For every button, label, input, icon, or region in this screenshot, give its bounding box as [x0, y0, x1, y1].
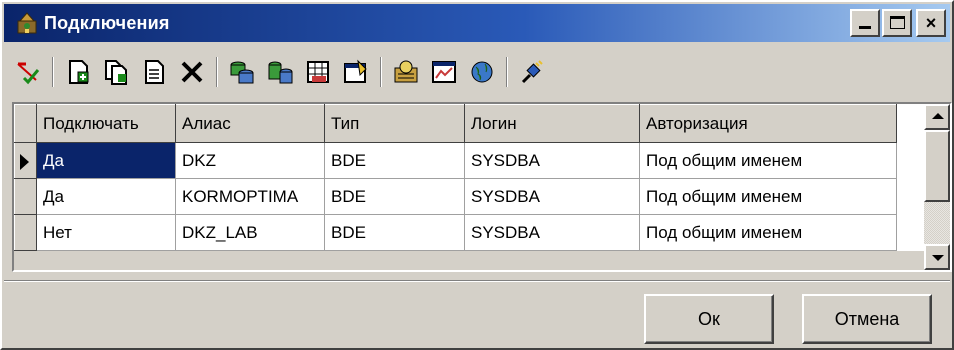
row-indicator[interactable]: [14, 214, 37, 251]
grid-body: Подключать Алиас Тип Логин Авторизация Д…: [14, 104, 924, 254]
database-add-icon: [268, 61, 293, 84]
arrow-down-icon: [932, 255, 944, 261]
cell-authorization[interactable]: Под общим именем: [639, 214, 897, 251]
sql-table-icon: [307, 61, 329, 83]
connect-settings-icon: [394, 60, 418, 83]
cell-login[interactable]: SYSDBA: [464, 214, 640, 251]
table-row[interactable]: Да KORMOPTIMA BDE SYSDBA Под общим имене…: [14, 178, 897, 215]
toolbar: [12, 52, 554, 92]
connections-dialog: Подключения × Подключать Алиас Тип Логин…: [0, 0, 954, 350]
sql-table-button[interactable]: [302, 56, 334, 88]
cell-type[interactable]: BDE: [324, 178, 465, 215]
cell-alias[interactable]: DKZ_LAB: [175, 214, 325, 251]
toolbar-separator: [506, 57, 508, 87]
minimize-button[interactable]: [850, 9, 880, 37]
cell-connect[interactable]: Да: [36, 142, 176, 179]
close-icon: ×: [925, 13, 937, 33]
footer-divider: [4, 280, 950, 282]
column-header-type[interactable]: Тип: [324, 104, 465, 143]
cell-authorization[interactable]: Под общим именем: [639, 178, 897, 215]
connections-app-icon: [16, 11, 38, 35]
title-bar[interactable]: Подключения ×: [4, 4, 950, 42]
column-header-connect[interactable]: Подключать: [36, 104, 176, 143]
new-connection-icon: [69, 60, 89, 84]
chart-window-button[interactable]: [428, 56, 460, 88]
header-indicator-cell: [14, 104, 37, 143]
table-row[interactable]: Да DKZ BDE SYSDBA Под общим именем: [14, 142, 897, 179]
cell-connect[interactable]: Да: [36, 178, 176, 215]
current-row-arrow-icon: [20, 154, 29, 170]
copy-connection-button[interactable]: [100, 56, 132, 88]
column-header-alias[interactable]: Алиас: [175, 104, 325, 143]
properties-button[interactable]: [340, 56, 372, 88]
cell-alias[interactable]: DKZ: [175, 142, 325, 179]
database-add-button[interactable]: [264, 56, 296, 88]
toolbar-separator: [380, 57, 382, 87]
column-header-login[interactable]: Логин: [464, 104, 640, 143]
scroll-thumb[interactable]: [924, 130, 950, 202]
refresh-check-button[interactable]: [12, 56, 44, 88]
globe-button[interactable]: [466, 56, 498, 88]
globe-icon: [471, 61, 493, 83]
row-indicator[interactable]: [14, 142, 37, 179]
chart-window-icon: [432, 61, 456, 83]
row-indicator[interactable]: [14, 178, 37, 215]
cell-alias[interactable]: KORMOPTIMA: [175, 178, 325, 215]
cell-type[interactable]: BDE: [324, 214, 465, 251]
toolbar-separator: [52, 57, 54, 87]
ok-button[interactable]: Ок: [644, 294, 774, 344]
refresh-check-icon: [17, 62, 40, 85]
cell-authorization[interactable]: Под общим именем: [639, 142, 897, 179]
window-title: Подключения: [44, 12, 170, 33]
grid-empty-area: [14, 251, 924, 270]
database-button[interactable]: [226, 56, 258, 88]
cell-login[interactable]: SYSDBA: [464, 178, 640, 215]
close-button[interactable]: ×: [916, 9, 946, 37]
delete-button[interactable]: [176, 56, 208, 88]
vertical-scrollbar[interactable]: [924, 104, 950, 270]
edit-document-button[interactable]: [138, 56, 170, 88]
database-icon: [230, 61, 254, 84]
plug-button[interactable]: [516, 56, 548, 88]
table-header-row: Подключать Алиас Тип Логин Авторизация: [14, 104, 897, 143]
delete-icon: [181, 61, 203, 83]
maximize-icon: [890, 16, 905, 29]
cell-login[interactable]: SYSDBA: [464, 142, 640, 179]
table-row[interactable]: Нет DKZ_LAB BDE SYSDBA Под общим именем: [14, 214, 897, 251]
new-connection-button[interactable]: [62, 56, 94, 88]
cell-connect[interactable]: Нет: [36, 214, 176, 251]
scroll-down-button[interactable]: [924, 244, 950, 270]
properties-icon: [344, 59, 367, 83]
plug-icon: [521, 60, 543, 84]
scroll-up-button[interactable]: [924, 104, 950, 130]
cancel-button[interactable]: Отмена: [802, 294, 932, 344]
column-header-authorization[interactable]: Авторизация: [639, 104, 897, 143]
cell-type[interactable]: BDE: [324, 142, 465, 179]
arrow-up-icon: [932, 113, 944, 119]
maximize-button[interactable]: [882, 9, 912, 37]
edit-document-icon: [145, 60, 164, 84]
minimize-icon: [859, 26, 871, 29]
connections-table: Подключать Алиас Тип Логин Авторизация Д…: [14, 104, 897, 251]
toolbar-separator: [216, 57, 218, 87]
copy-connection-icon: [105, 60, 127, 85]
connect-settings-button[interactable]: [390, 56, 422, 88]
connections-grid[interactable]: Подключать Алиас Тип Логин Авторизация Д…: [12, 102, 952, 272]
